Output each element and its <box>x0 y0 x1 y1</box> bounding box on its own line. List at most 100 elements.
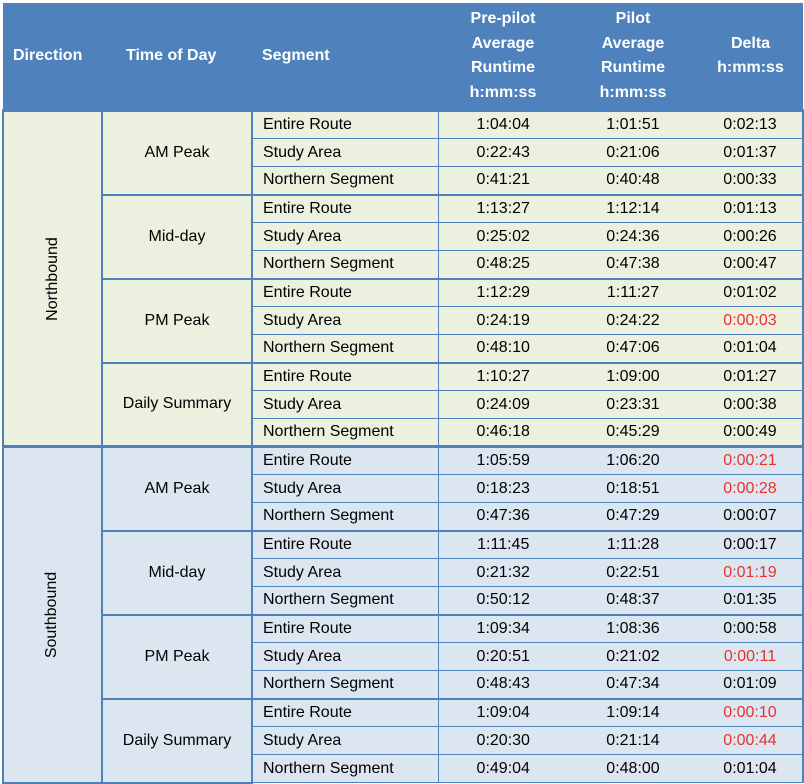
header-row: Direction Time of Day Segment Pre-pilot … <box>3 3 803 111</box>
table-row: PM Peak Entire Route 1:12:29 1:11:27 0:01:02 <box>3 277 804 364</box>
pre-pilot-runtime-cell: 1:10:27 <box>438 361 568 391</box>
pre-pilot-runtime-cell: 0:20:51 <box>438 642 568 671</box>
pre-pilot-runtime-cell: 1:12:29 <box>438 277 568 307</box>
direction-label: Southbound <box>43 571 61 658</box>
header-pilot: Pilot Average Runtime h:mm:ss <box>568 3 698 111</box>
delta-cell: 0:00:33 <box>698 166 804 195</box>
pilot-runtime-cell: 1:09:14 <box>568 697 698 727</box>
pilot-runtime-cell: 0:48:37 <box>568 586 698 615</box>
direction-cell: Southbound <box>2 445 103 784</box>
pre-pilot-runtime-cell: 0:46:18 <box>438 418 568 447</box>
segment-cell: Entire Route <box>251 445 439 475</box>
segment-cell: Entire Route <box>251 109 439 139</box>
delta-cell: 0:02:13 <box>698 109 804 139</box>
time-of-day-cell: AM Peak <box>101 109 253 196</box>
pre-pilot-runtime-cell: 1:09:04 <box>438 697 568 727</box>
runtime-comparison-table: Direction Time of Day Segment Pre-pilot … <box>2 3 804 784</box>
time-of-day-cell: PM Peak <box>101 613 253 700</box>
pilot-runtime-cell: 0:47:29 <box>568 502 698 531</box>
pre-pilot-runtime-cell: 0:24:09 <box>438 390 568 419</box>
segment-cell: Northern Segment <box>251 754 439 783</box>
pre-pilot-runtime-cell: 0:50:12 <box>438 586 568 615</box>
segment-cell: Northern Segment <box>251 670 439 699</box>
time-of-day-cell: Mid-day <box>101 529 253 616</box>
pre-pilot-runtime-cell: 0:20:30 <box>438 726 568 755</box>
pilot-runtime-cell: 0:18:51 <box>568 474 698 503</box>
segment-cell: Study Area <box>251 726 439 755</box>
pre-pilot-runtime-cell: 0:49:04 <box>438 754 568 783</box>
segment-cell: Study Area <box>251 138 439 167</box>
runtime-comparison-page: Direction Time of Day Segment Pre-pilot … <box>0 0 804 784</box>
header-delta-line: h:mm:ss <box>717 59 784 76</box>
pilot-runtime-cell: 0:22:51 <box>568 558 698 587</box>
segment-cell: Northern Segment <box>251 418 439 447</box>
time-of-day-cell: AM Peak <box>101 445 253 532</box>
header-pre-pilot-line: Average <box>471 34 535 52</box>
direction-label: Northbound <box>43 236 61 321</box>
table-row: Southbound AM Peak Entire Route 1:05:59 1:06… <box>2 445 804 784</box>
header-pilot-line: h:mm:ss <box>599 83 667 101</box>
segment-cell: Entire Route <box>251 361 439 391</box>
header-pilot-line: Pilot <box>615 10 651 27</box>
delta-cell: 0:00:03 <box>698 306 804 335</box>
table-row: Mid-day Entire Route 1:13:27 1:12:14 0:01:13 <box>3 193 804 280</box>
pilot-runtime-cell: 1:01:51 <box>568 109 698 139</box>
table-row: Mid-day Entire Route 1:11:45 1:11:28 0:00:17 <box>3 529 804 616</box>
pre-pilot-runtime-cell: 0:48:25 <box>438 250 568 279</box>
pre-pilot-runtime-cell: 0:48:10 <box>438 334 568 363</box>
pre-pilot-runtime-cell: 1:09:34 <box>438 613 568 643</box>
delta-cell: 0:00:28 <box>698 474 804 503</box>
pre-pilot-runtime-cell: 0:48:43 <box>438 670 568 699</box>
segment-cell: Study Area <box>251 558 439 587</box>
header-pilot-line: Runtime <box>601 59 665 76</box>
pilot-runtime-cell: 0:47:38 <box>568 250 698 279</box>
segment-cell: Entire Route <box>251 613 439 643</box>
delta-cell: 0:01:04 <box>698 754 804 783</box>
pilot-runtime-cell: 0:24:22 <box>568 306 698 335</box>
header-direction: Direction <box>3 3 102 111</box>
time-of-day-cell: Daily Summary <box>101 361 253 448</box>
pilot-runtime-cell: 1:09:00 <box>568 361 698 391</box>
delta-cell: 0:00:26 <box>698 222 804 251</box>
delta-cell: 0:00:17 <box>698 529 804 559</box>
header-pre-pilot: Pre-pilot Average Runtime h:mm:ss <box>438 3 568 111</box>
pilot-runtime-cell: 0:24:36 <box>568 222 698 251</box>
table-row: Daily Summary Entire Route 1:10:27 1:09:00 0… <box>3 361 804 448</box>
header-delta: Delta h:mm:ss <box>698 3 803 111</box>
pilot-runtime-cell: 0:47:06 <box>568 334 698 363</box>
pilot-runtime-cell: 0:48:00 <box>568 754 698 783</box>
segment-cell: Study Area <box>251 642 439 671</box>
pilot-runtime-cell: 1:12:14 <box>568 193 698 223</box>
pilot-runtime-cell: 0:23:31 <box>568 390 698 419</box>
segment-cell: Northern Segment <box>251 502 439 531</box>
delta-cell: 0:01:09 <box>698 670 804 699</box>
header-pre-pilot-line: Pre-pilot <box>470 10 536 27</box>
pilot-runtime-cell: 1:11:28 <box>568 529 698 559</box>
time-of-day-cell: PM Peak <box>101 277 253 364</box>
segment-cell: Northern Segment <box>251 250 439 279</box>
delta-cell: 0:00:47 <box>698 250 804 279</box>
delta-cell: 0:00:10 <box>698 697 804 727</box>
table-header: Direction Time of Day Segment Pre-pilot … <box>3 3 803 111</box>
segment-cell: Northern Segment <box>251 166 439 195</box>
segment-cell: Entire Route <box>251 277 439 307</box>
header-pilot-line: Average <box>601 34 665 52</box>
pre-pilot-runtime-cell: 0:25:02 <box>438 222 568 251</box>
pre-pilot-runtime-cell: 0:22:43 <box>438 138 568 167</box>
delta-cell: 0:00:44 <box>698 726 804 755</box>
delta-cell: 0:01:37 <box>698 138 804 167</box>
delta-cell: 0:01:02 <box>698 277 804 307</box>
delta-cell: 0:00:11 <box>698 642 804 671</box>
delta-cell: 0:00:07 <box>698 502 804 531</box>
segment-cell: Northern Segment <box>251 586 439 615</box>
delta-cell: 0:01:13 <box>698 193 804 223</box>
header-pre-pilot-line: h:mm:ss <box>469 83 537 101</box>
pilot-runtime-cell: 0:47:34 <box>568 670 698 699</box>
time-of-day-cell: Daily Summary <box>101 697 253 784</box>
pilot-runtime-cell: 0:21:02 <box>568 642 698 671</box>
delta-cell: 0:00:49 <box>698 418 804 447</box>
delta-cell: 0:01:35 <box>698 586 804 615</box>
pre-pilot-runtime-cell: 0:24:19 <box>438 306 568 335</box>
pre-pilot-runtime-cell: 0:21:32 <box>438 558 568 587</box>
pilot-runtime-cell: 0:45:29 <box>568 418 698 447</box>
